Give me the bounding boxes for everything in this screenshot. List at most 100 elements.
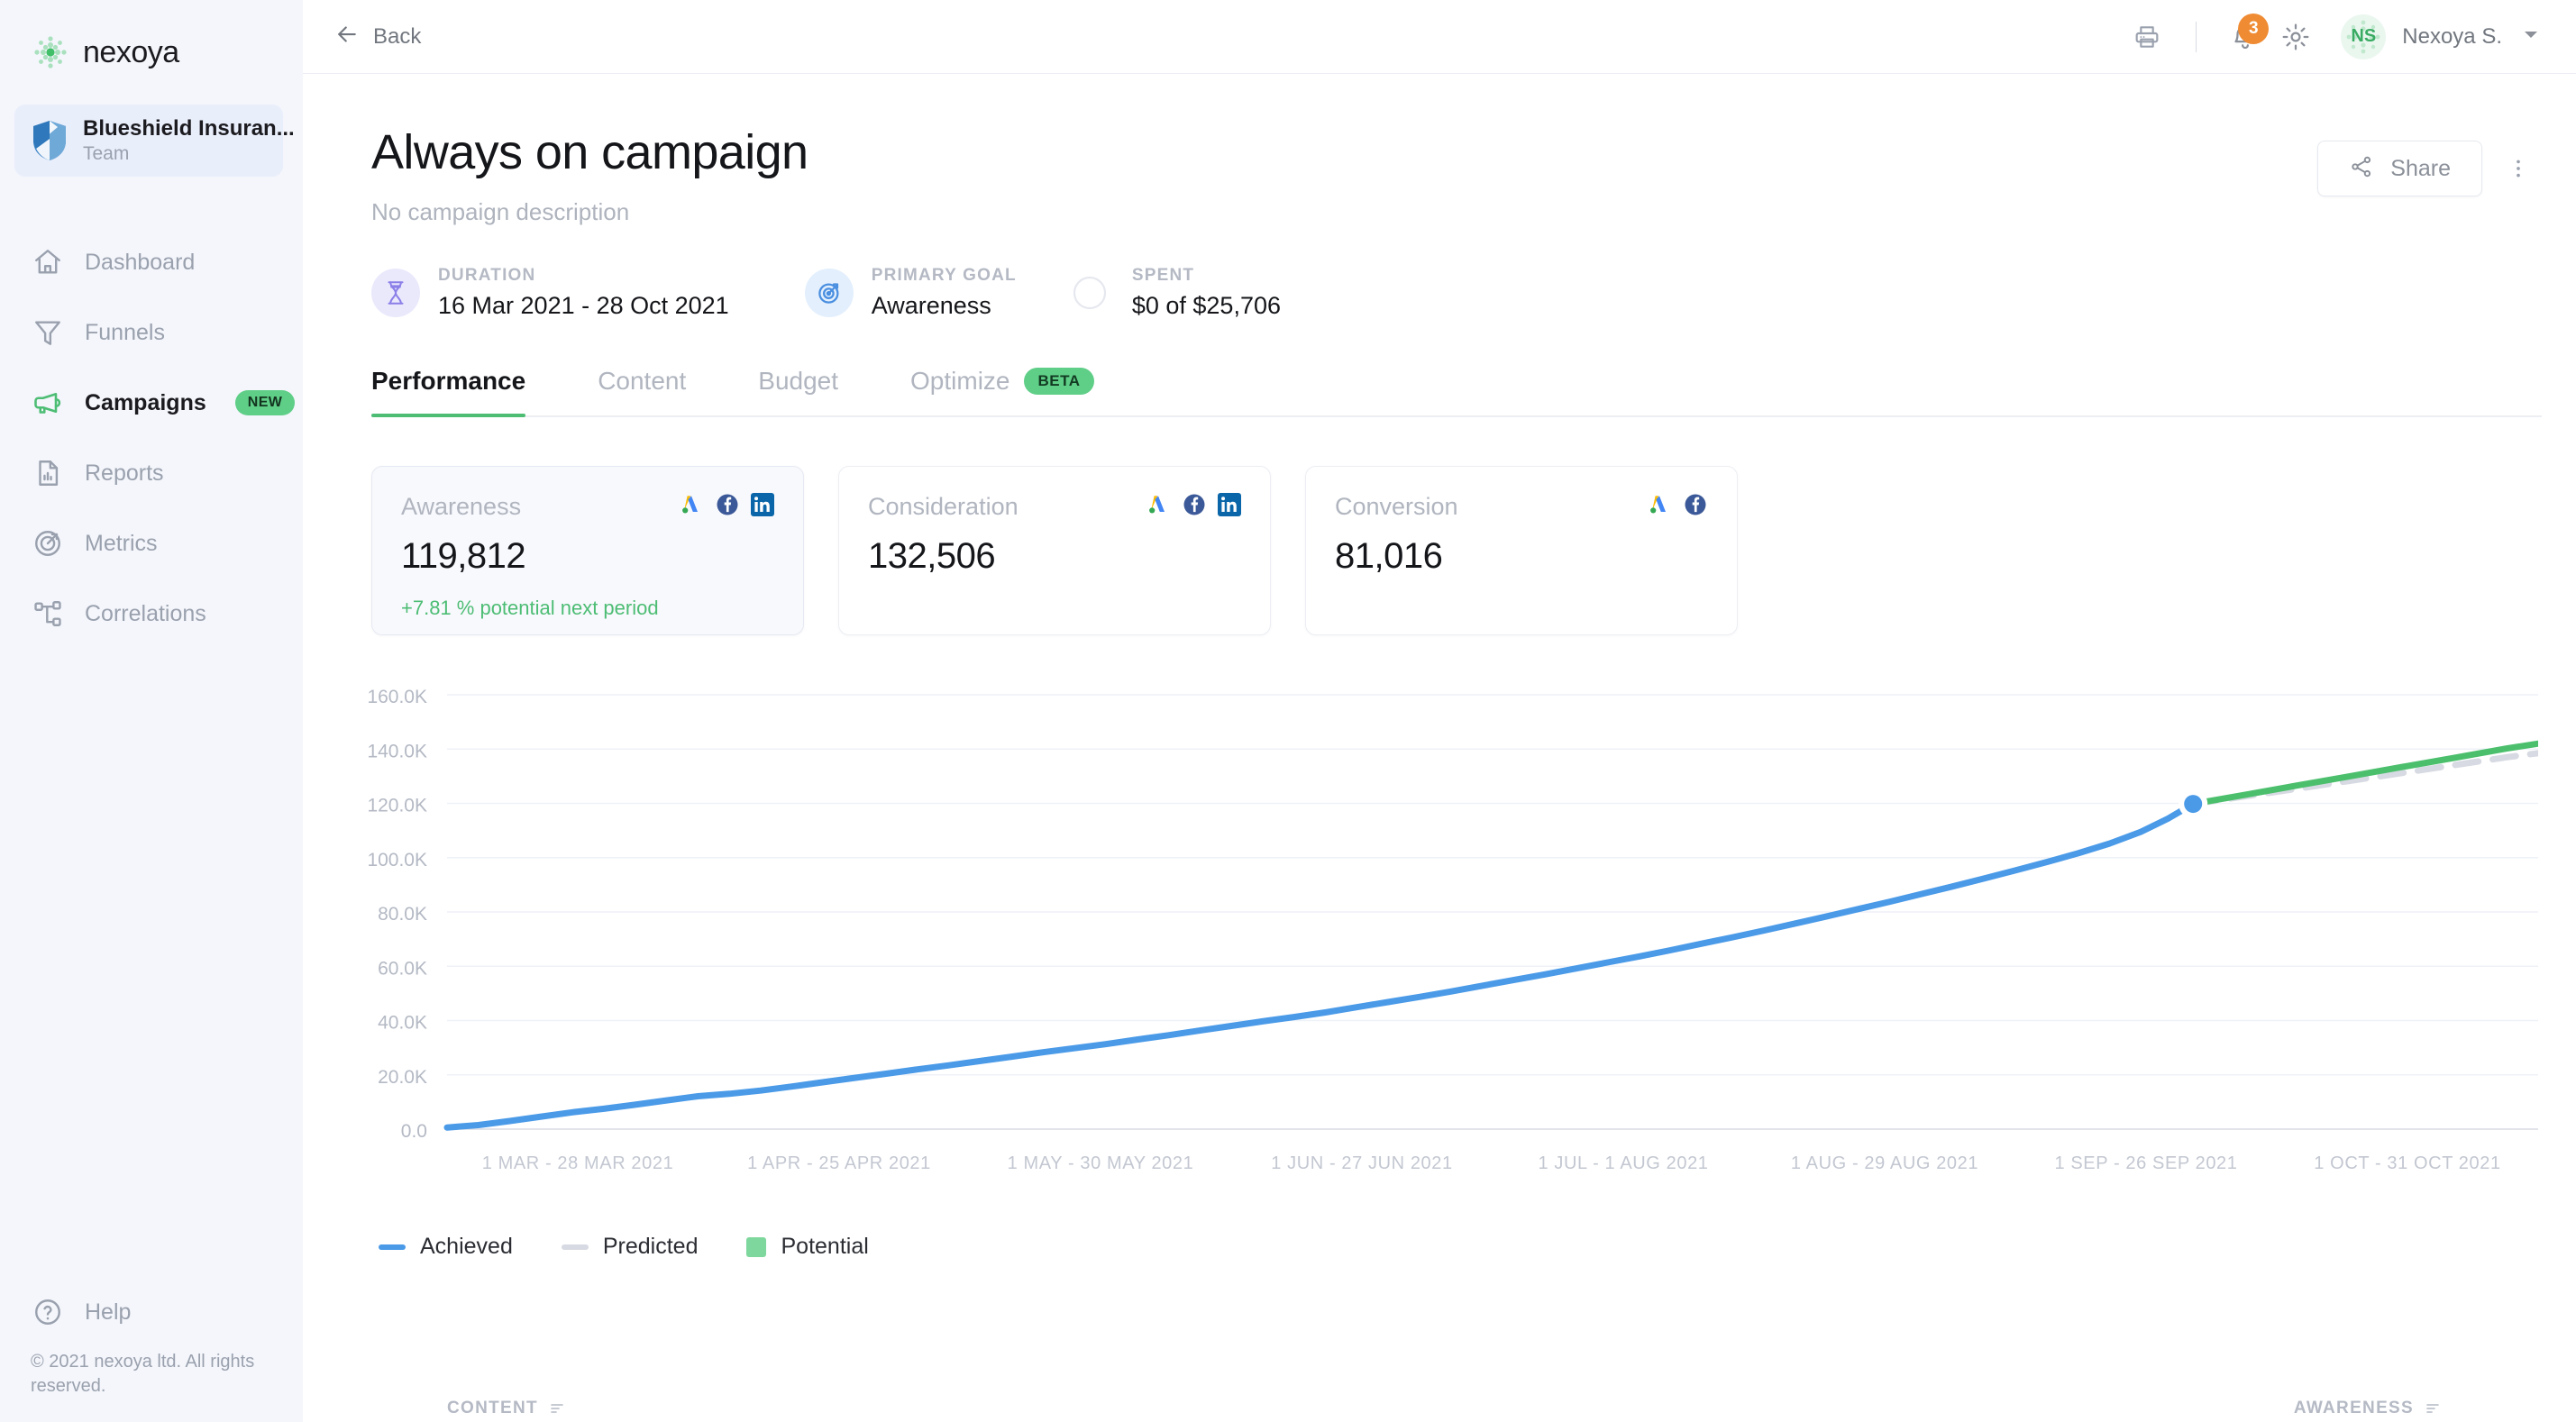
card-consideration-title: Consideration [868,493,1019,521]
page-header: Always on campaign No campaign descripti… [303,74,2542,226]
topbar: Back 3 [303,0,2576,74]
content: Always on campaign No campaign descripti… [303,74,2576,1422]
legend-item-predicted[interactable]: Predicted [562,1234,699,1260]
table-col-content[interactable]: CONTENT [447,1399,565,1418]
linkedin-icon [1218,493,1241,521]
megaphone-icon [31,386,65,420]
chart-marker-point[interactable] [2184,795,2202,813]
table-col-awareness[interactable]: AWARENESS [2294,1399,2441,1418]
sidebar-item-metrics[interactable]: Metrics [0,508,303,579]
legend-swatch-predicted [562,1244,589,1250]
nexoya-dot-logo-icon [31,32,70,72]
x-axis-tick: 1 JUN - 27 JUN 2021 [1271,1153,1452,1173]
card-awareness[interactable]: Awareness [371,466,804,635]
chart-legend: Achieved Predicted Potential [379,1234,2542,1260]
share-button[interactable]: Share [2317,141,2482,196]
legend-label-potential: Potential [781,1234,868,1260]
sidebar: nexoya Blueshield Insuran... Team [0,0,303,1422]
chevron-down-icon[interactable] [2520,23,2542,50]
card-awareness-value: 119,812 [401,536,774,577]
card-consideration-value: 132,506 [868,536,1241,577]
sidebar-label-campaigns: Campaigns [85,390,206,416]
tab-performance-label: Performance [371,367,525,396]
share-icon [2349,154,2374,184]
legend-item-achieved[interactable]: Achieved [379,1234,513,1260]
meta-spent-text: SPENT $0 of $25,706 [1132,266,1281,320]
hourglass-icon [371,269,420,317]
x-axis-tick: 1 APR - 25 APR 2021 [747,1153,931,1173]
page-header-text: Always on campaign No campaign descripti… [371,124,808,226]
card-awareness-head: Awareness [401,492,774,522]
document-chart-icon [31,456,65,490]
x-axis-tick: 1 SEP - 26 SEP 2021 [2054,1153,2237,1173]
card-consideration[interactable]: Consideration [838,466,1271,635]
help-button[interactable]: Help [31,1280,303,1345]
sidebar-item-correlations[interactable]: Correlations [0,579,303,649]
meta-duration-text: DURATION 16 Mar 2021 - 28 Oct 2021 [438,266,729,320]
kebab-menu-icon[interactable] [2495,145,2542,192]
sidebar-item-funnels[interactable]: Funnels [0,297,303,368]
meta-goal-label: PRIMARY GOAL [872,266,1017,286]
workspace-text: Blueshield Insuran... Team [83,116,295,165]
tab-bar: Performance Content Budget Optimize BETA [371,367,2542,417]
tab-budget[interactable]: Budget [758,367,838,415]
legend-swatch-achieved [379,1244,406,1250]
sidebar-item-reports[interactable]: Reports [0,438,303,508]
topbar-divider [2196,22,2197,52]
sort-icon [549,1400,565,1417]
facebook-icon [1683,492,1708,522]
avatar[interactable]: NS [2341,14,2386,59]
copyright-text: © 2021 nexoya ltd. All rights reserved. [31,1350,265,1399]
sidebar-item-campaigns[interactable]: Campaigns NEW [0,368,303,438]
meta-spent: SPENT $0 of $25,706 [1065,266,1281,320]
card-awareness-potential: +7.81 % potential next period [401,597,774,620]
share-label: Share [2390,156,2451,182]
google-ads-icon [1647,492,1672,522]
sidebar-footer: Help © 2021 nexoya ltd. All rights reser… [0,1280,303,1422]
back-button[interactable]: Back [333,21,421,52]
funnel-icon [31,315,65,350]
workspace-switcher[interactable]: Blueshield Insuran... Team [14,105,283,177]
card-conversion-head: Conversion [1335,492,1708,522]
gear-icon[interactable] [2270,12,2321,62]
tab-content[interactable]: Content [598,367,686,415]
sidebar-item-dashboard[interactable]: Dashboard [0,227,303,297]
printer-icon[interactable] [2122,12,2172,62]
card-conversion-value: 81,016 [1335,536,1708,577]
arrow-left-icon [333,21,361,52]
facebook-icon [1182,492,1207,522]
workspace-type: Team [83,143,295,165]
shield-icon [31,119,69,162]
page-title: Always on campaign [371,124,808,180]
back-label: Back [373,24,421,50]
tab-optimize[interactable]: Optimize BETA [910,367,1093,415]
tab-performance[interactable]: Performance [371,367,525,415]
brand-logo[interactable]: nexoya [0,0,303,81]
bell-icon[interactable]: 3 [2220,12,2270,62]
card-conversion[interactable]: Conversion [1305,466,1738,635]
topbar-actions: 3 [2122,12,2542,62]
x-axis-tick: 1 AUG - 29 AUG 2021 [1791,1153,1978,1173]
user-name: Nexoya S. [2402,24,2502,50]
avatar-initials: NS [2351,26,2376,47]
y-axis-tick: 80.0K [378,904,427,925]
sidebar-label-reports: Reports [85,460,164,487]
sort-icon [2425,1400,2441,1417]
brand-name: nexoya [83,35,179,70]
x-axis-tick: 1 JUL - 1 AUG 2021 [1538,1153,1708,1173]
card-consideration-channels [1146,492,1241,522]
performance-chart-svg[interactable]: 0.020.0K40.0K60.0K80.0K100.0K120.0K140.0… [303,679,2538,1219]
y-axis-tick: 140.0K [367,741,427,761]
target-arrow-icon [31,526,65,561]
meta-duration-value: 16 Mar 2021 - 28 Oct 2021 [438,292,729,320]
legend-swatch-potential [746,1237,766,1257]
table-col-content-label: CONTENT [447,1399,538,1418]
tab-budget-label: Budget [758,367,838,396]
chart-series-potential [2193,743,2538,804]
nodes-icon [31,597,65,631]
legend-item-potential[interactable]: Potential [746,1234,868,1260]
performance-chart[interactable]: 0.020.0K40.0K60.0K80.0K100.0K120.0K140.0… [303,679,2542,1255]
y-axis-tick: 40.0K [378,1013,427,1034]
sidebar-label-correlations: Correlations [85,601,206,627]
main-area: Back 3 [303,0,2576,1422]
